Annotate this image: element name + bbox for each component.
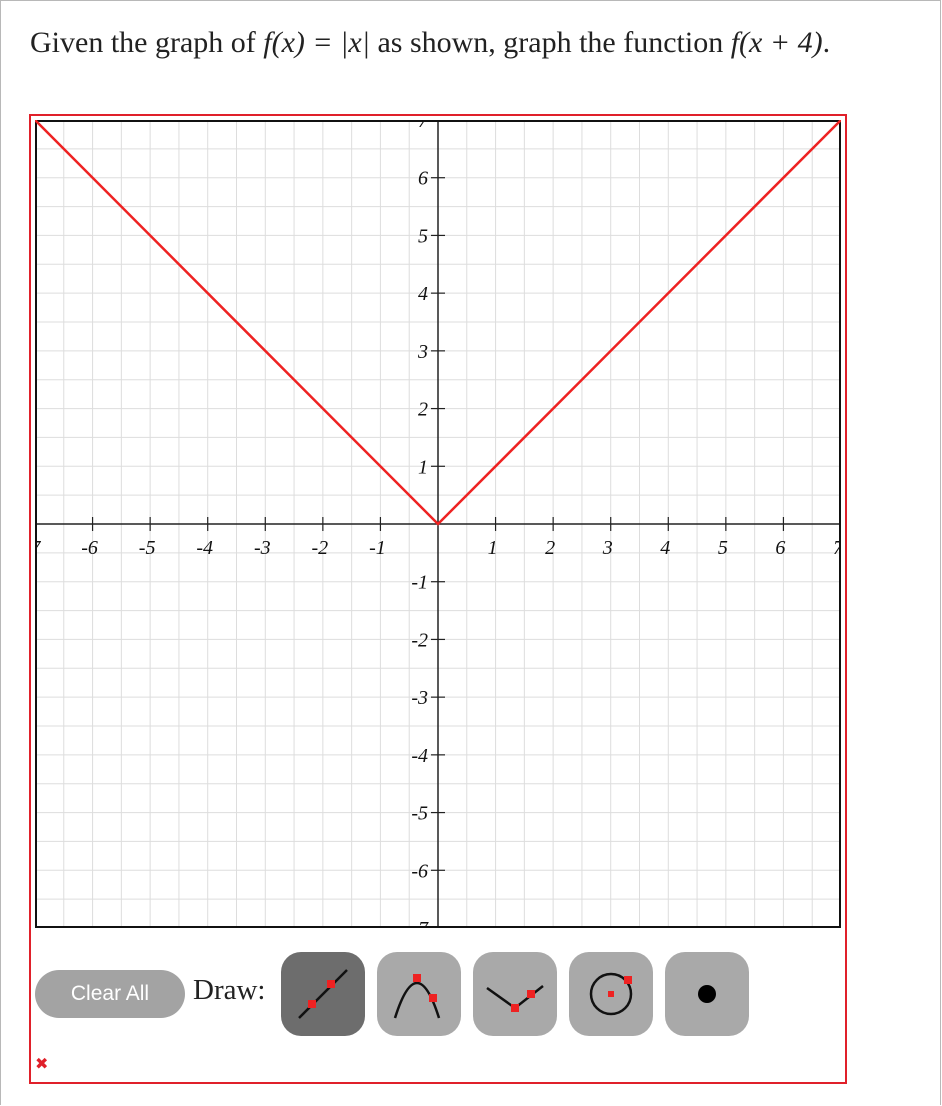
x-tick-label: -4 [196, 537, 213, 559]
draw-label: Draw: [193, 974, 266, 1006]
question-middle: as shown, graph the function [369, 26, 731, 59]
y-tick-label: 3 [417, 341, 428, 363]
x-tick-label: 3 [602, 537, 613, 559]
y-tick-label: -5 [411, 803, 428, 825]
y-tick-label: 2 [418, 399, 428, 421]
x-tick-label: -6 [81, 537, 98, 559]
y-tick-label: -3 [411, 687, 428, 709]
incorrect-x-icon: ✖ [35, 1054, 49, 1073]
draw-toolbar: Clear All Draw: [35, 952, 835, 1040]
x-tick-label: -5 [139, 537, 156, 559]
y-tick-label: 4 [418, 283, 428, 305]
x-tick-label: 4 [660, 537, 670, 559]
y-tick-label: 6 [418, 168, 428, 190]
absolute-value-tool-icon [486, 985, 544, 1012]
question-prefix: Given the graph of [30, 26, 264, 59]
y-tick-label: -4 [411, 745, 428, 767]
parabola-tool-icon [393, 974, 441, 1019]
y-tick-label: -1 [411, 572, 428, 594]
function-f-of-x-plus-4: f(x + 4) [730, 26, 823, 59]
x-tick-label: -1 [369, 537, 386, 559]
x-tick-label: 2 [545, 537, 555, 559]
point-tool-button[interactable] [665, 952, 749, 1036]
y-tick-label: 1 [418, 456, 428, 478]
line-tool-button[interactable] [281, 952, 365, 1036]
clear-all-button[interactable]: Clear All [35, 970, 185, 1018]
x-tick-label: -2 [312, 537, 329, 559]
point-tool-icon [698, 985, 716, 1003]
graphing-widget: -7-6-5-4-3-2-112345677654321-1-2-3-4-5-6… [29, 114, 847, 1084]
x-tick-label: 5 [718, 537, 728, 559]
y-tick-label: 5 [418, 225, 428, 247]
absolute-value-tool-button[interactable] [473, 952, 557, 1036]
graph-canvas[interactable]: -7-6-5-4-3-2-112345677654321-1-2-3-4-5-6… [35, 120, 841, 928]
y-tick-label: -2 [411, 629, 428, 651]
x-tick-label: 6 [775, 537, 785, 559]
question-suffix: . [822, 26, 831, 59]
line-tool-icon [298, 969, 348, 1019]
question-text: Given the graph of f(x) = |x| as shown, … [30, 26, 830, 60]
circle-tool-icon [589, 972, 633, 1016]
parabola-tool-button[interactable] [377, 952, 461, 1036]
function-f-of-x: f(x) = |x| [263, 26, 370, 59]
y-tick-label: -6 [411, 860, 428, 882]
x-tick-label: 1 [488, 537, 498, 559]
circle-tool-button[interactable] [569, 952, 653, 1036]
x-tick-label: -3 [254, 537, 271, 559]
